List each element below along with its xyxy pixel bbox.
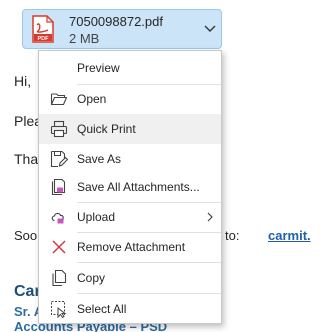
pdf-icon: PDF [32, 15, 54, 43]
menu-item-save-as[interactable]: Save As [39, 144, 221, 174]
chevron-down-icon[interactable] [204, 25, 216, 33]
menu-item-save-all-attachments[interactable]: Save All Attachments... [39, 172, 221, 202]
menu-item-label: Remove Attachment [77, 240, 186, 254]
email-greeting: Hi, [14, 73, 32, 89]
menu-item-remove-attachment[interactable]: Remove Attachment [39, 232, 221, 262]
menu-item-label: Upload [77, 210, 116, 224]
attachment-filename: 7050098872.pdf [69, 14, 163, 29]
email-link[interactable]: carmit. [268, 228, 311, 243]
menu-item-copy[interactable]: Copy [39, 263, 221, 293]
menu-item-preview[interactable]: Preview [39, 53, 221, 83]
menu-item-quick-print[interactable]: Quick Print [39, 114, 221, 144]
email-body-line: Tha [14, 151, 39, 167]
menu-item-upload[interactable]: Upload [39, 202, 221, 232]
upload-cloud-icon [51, 212, 64, 224]
select-all-icon [51, 301, 67, 318]
email-body-line: to: [225, 228, 240, 243]
save-as-icon [50, 150, 68, 168]
menu-item-label: Save All Attachments... [77, 180, 200, 194]
attachment-context-menu: Preview Open Quick Print Save As Save Al… [38, 50, 222, 324]
remove-x-icon [52, 240, 66, 254]
attachment-size: 2 MB [69, 31, 100, 46]
menu-item-label: Preview [77, 61, 120, 75]
menu-item-open[interactable]: Open [39, 84, 221, 114]
signature-name: Car [14, 283, 41, 300]
copy-icon [52, 269, 67, 287]
chevron-right-icon [207, 212, 213, 222]
save-all-icon [51, 178, 66, 196]
pdf-icon-label: PDF [38, 36, 50, 42]
menu-item-label: Select All [77, 302, 127, 316]
menu-item-select-all[interactable]: Select All [39, 294, 221, 324]
menu-item-label: Open [77, 92, 107, 106]
attachment-chip[interactable]: PDF 7050098872.pdf 2 MB [22, 9, 222, 49]
menu-item-label: Save As [77, 152, 122, 166]
printer-icon [50, 120, 68, 138]
folder-open-icon [50, 93, 68, 106]
menu-item-label: Quick Print [77, 122, 136, 136]
menu-item-label: Copy [77, 271, 106, 285]
